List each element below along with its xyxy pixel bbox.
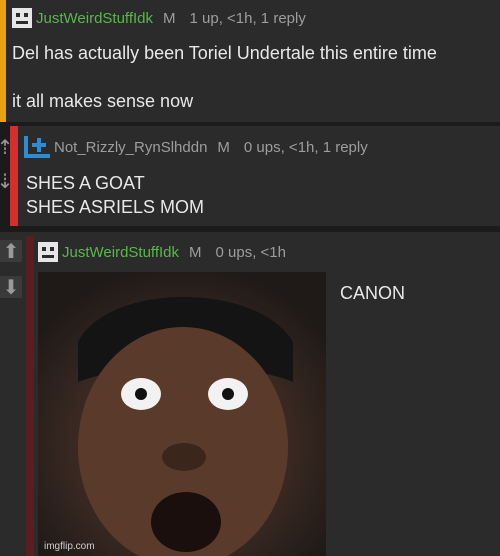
arrow-up-icon[interactable]: ⇡ (0, 136, 13, 159)
comment-text-line-2: SHES ASRIELS MOM (26, 197, 205, 217)
comment-meta: 0 ups, <1h, 1 reply (243, 138, 368, 156)
username-link[interactable]: Not_Rizzly_RynSlhddn (54, 139, 207, 156)
comment-text-line-1: Del has actually been Toriel Undertale t… (12, 43, 437, 63)
thread-line (26, 236, 34, 556)
comment-header: Not_Rizzly_RynSlhddn M 0 ups, <1h, 1 rep… (24, 136, 368, 158)
comment-header: JustWeirdStuffIdk M 0 ups, <1h (38, 242, 286, 262)
face-icon (38, 242, 58, 262)
mod-badge: M (163, 9, 176, 27)
comment-meta: 1 up, <1h, 1 reply (189, 9, 306, 27)
mod-badge: M (217, 138, 230, 156)
reaction-image-graphic (78, 297, 293, 556)
thread-line (10, 126, 18, 226)
comment-text-line-1: CANON (340, 283, 406, 303)
comment-text-line-1: SHES A GOAT (26, 173, 145, 193)
comment-1: JustWeirdStuffIdk M 1 up, <1h, 1 reply D… (0, 0, 500, 122)
comment-2: Not_Rizzly_RynSlhddn M 0 ups, <1h, 1 rep… (10, 126, 500, 226)
arrow-up-icon[interactable]: ⬆ (0, 240, 22, 263)
comment-header: JustWeirdStuffIdk M 1 up, <1h, 1 reply (12, 8, 306, 28)
reaction-image[interactable]: imgflip.com (38, 272, 326, 556)
watermark: imgflip.com (44, 541, 95, 552)
username-link[interactable]: JustWeirdStuffIdk (36, 10, 153, 27)
arrow-down-icon[interactable]: ⬇ (0, 276, 22, 299)
comment-meta: 0 ups, <1h (215, 243, 286, 261)
face-icon (12, 8, 32, 28)
arrow-down-icon[interactable]: ⇣ (0, 170, 13, 193)
username-link[interactable]: JustWeirdStuffIdk (62, 244, 179, 261)
comment-text-line-2: it all makes sense now (12, 91, 194, 111)
mod-badge: M (189, 243, 202, 261)
plus-icon (24, 136, 50, 158)
